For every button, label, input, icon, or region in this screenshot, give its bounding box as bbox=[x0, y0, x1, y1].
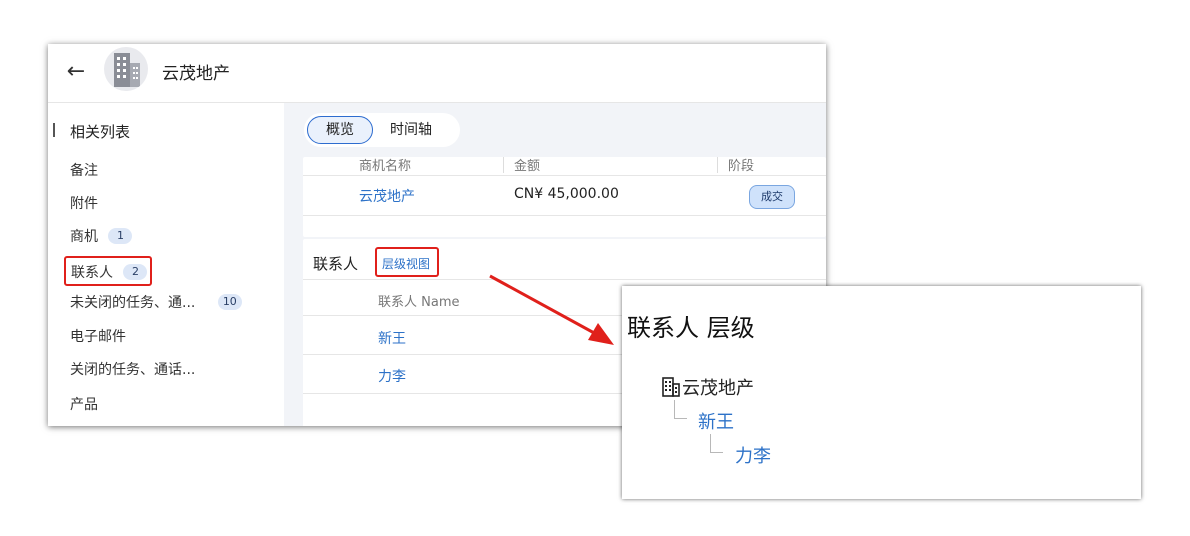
tree-root-account: 云茂地产 bbox=[662, 374, 754, 402]
tree-connector bbox=[674, 400, 687, 419]
tree-node-contact[interactable]: 力李 bbox=[735, 442, 771, 468]
tree-node-contact[interactable]: 新王 bbox=[698, 408, 734, 434]
building-icon bbox=[662, 377, 680, 402]
tree-root-label: 云茂地产 bbox=[682, 378, 754, 399]
panel-title: 联系人 层级 bbox=[627, 314, 755, 342]
tree-connector bbox=[710, 434, 723, 453]
annotated-screenshot: ← 云茂地产 相关列表 备注 附件 商机 1 联系人 2 未关闭的任务、通...… bbox=[0, 0, 1190, 536]
contact-hierarchy-panel: 联系人 层级 云茂地产 新王 力李 bbox=[622, 286, 1141, 499]
